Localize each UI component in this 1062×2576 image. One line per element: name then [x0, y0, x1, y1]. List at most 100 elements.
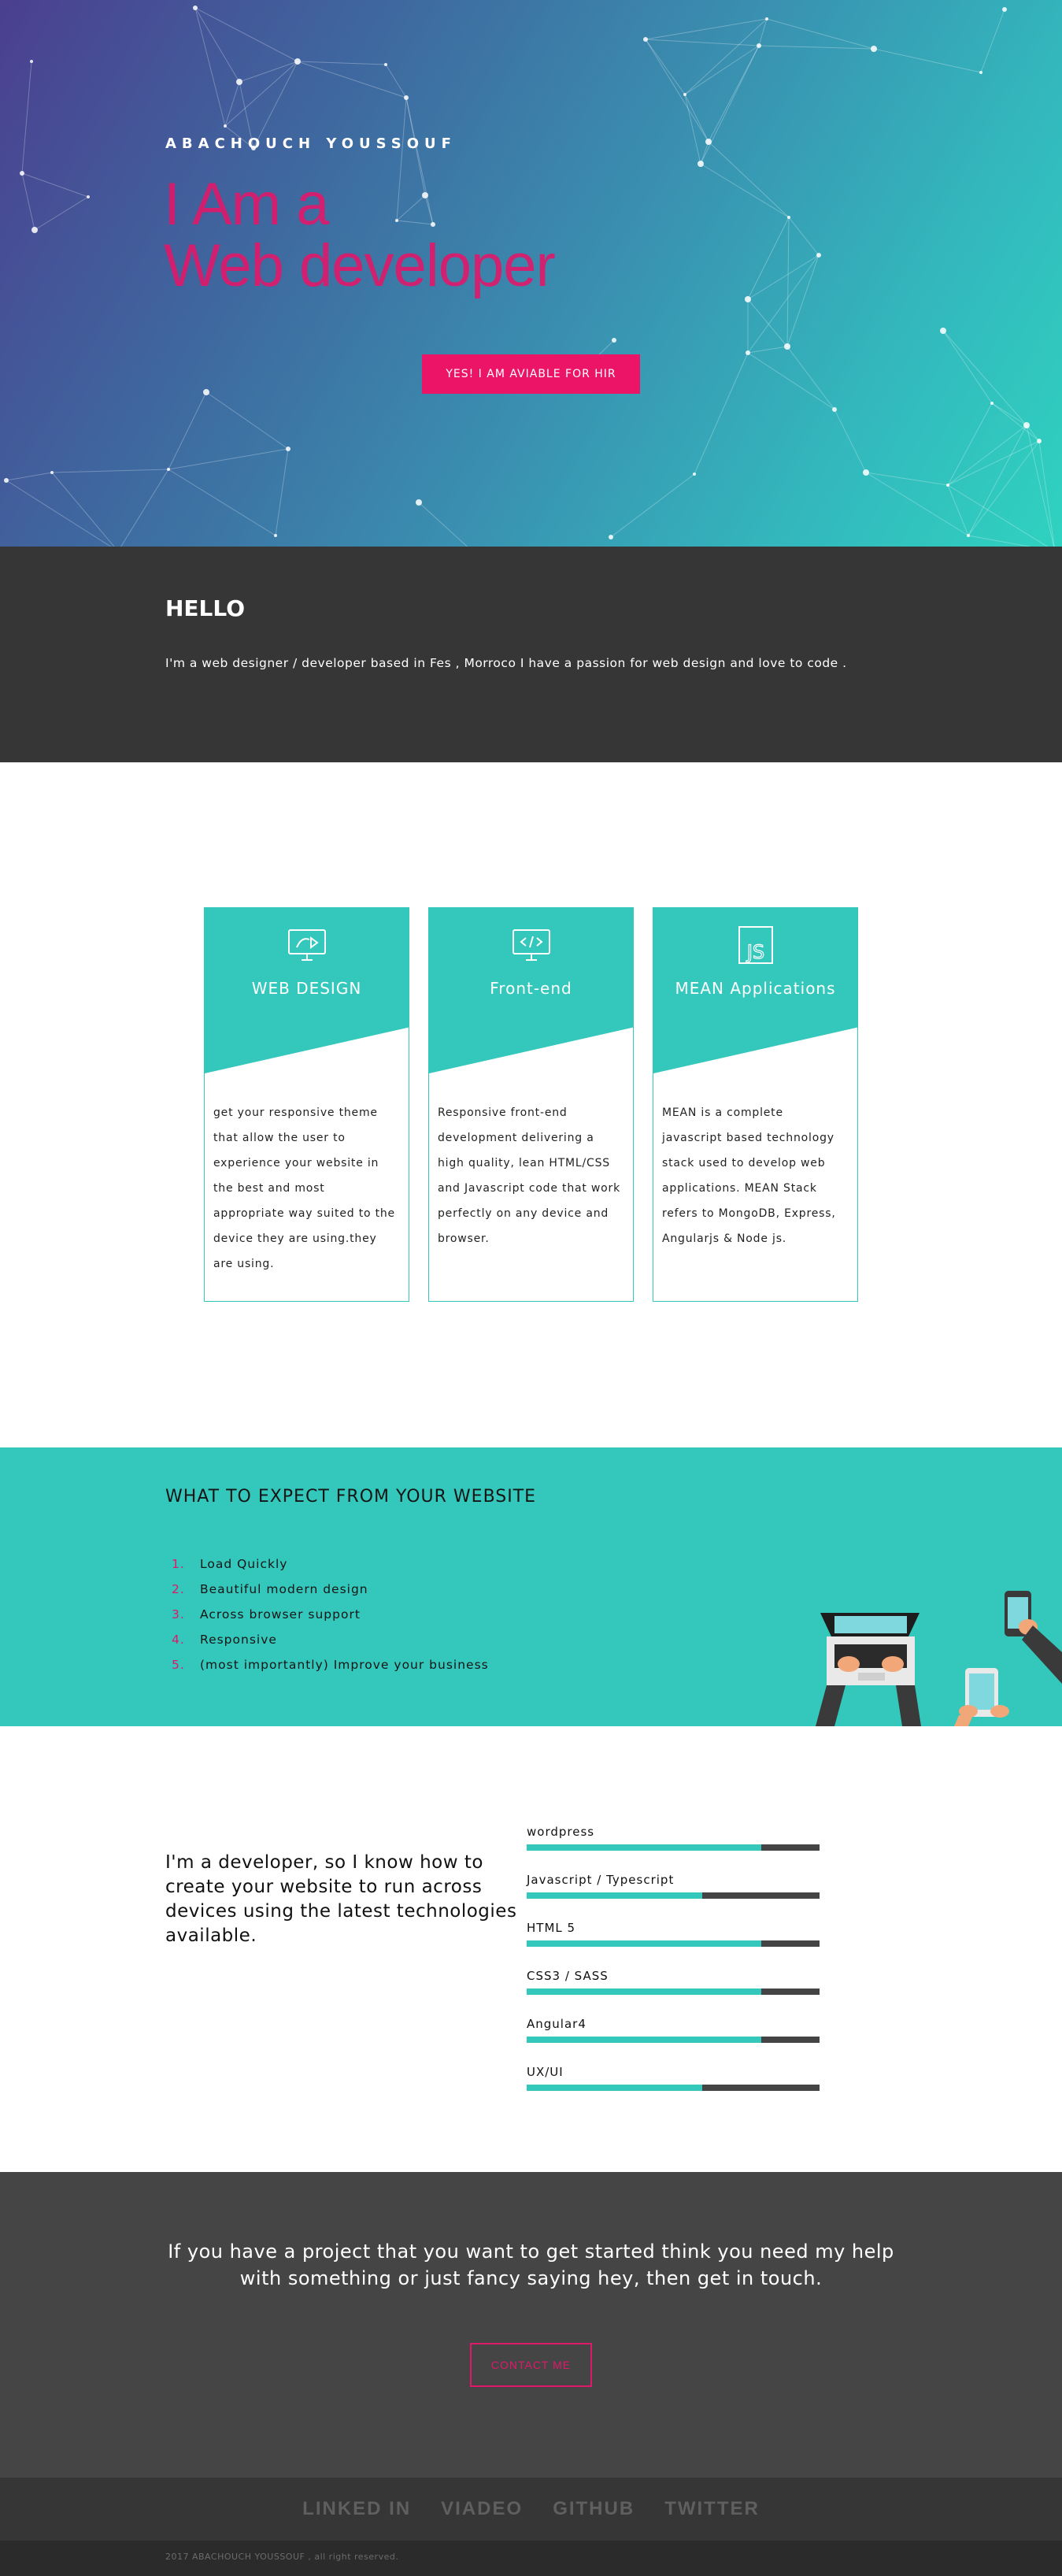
network-line [645, 18, 768, 40]
network-dot [395, 219, 398, 222]
card-title: Front-end [490, 979, 572, 998]
network-line [786, 346, 835, 410]
network-dot [50, 471, 54, 474]
network-line [694, 352, 749, 475]
skill-label: CSS3 / SASS [527, 1969, 609, 1983]
expect-section: WHAT TO EXPECT FROM YOUR WEBSITE 1. Load … [0, 1447, 1062, 1726]
skill-bar-fill [527, 1989, 761, 1995]
network-line [947, 484, 969, 536]
network-dot [416, 499, 422, 506]
network-dot [1002, 7, 1007, 12]
hero-section: ABACHOUCH YOUSSOUF I Am a Web developer … [0, 0, 1062, 547]
network-dot [30, 60, 33, 63]
copyright-text: 2017 ABACHOUCH YOUSSOUF , all right rese… [165, 2552, 399, 2562]
skill-wordpress: wordpress [527, 1824, 820, 1851]
network-line [205, 391, 289, 450]
service-card-front-end: Front-end Responsive front-end developme… [428, 907, 634, 1302]
network-line [168, 448, 289, 470]
skill-bar [527, 2037, 820, 2043]
network-dot [286, 447, 290, 451]
network-dot [832, 407, 837, 412]
network-dot [693, 473, 696, 476]
network-line [194, 7, 298, 62]
network-dot [236, 79, 242, 85]
available-for-hire-button[interactable]: YES! I AM AVIABLE FOR HIR [422, 354, 640, 394]
network-dot [643, 37, 648, 42]
network-line [396, 220, 434, 225]
network-line [424, 195, 434, 225]
network-dot [203, 389, 209, 395]
network-line [947, 402, 993, 486]
twitter-link[interactable]: TWITTER [664, 2498, 760, 2520]
skill-bar [527, 1989, 820, 1995]
network-line [224, 61, 298, 127]
network-line [21, 172, 35, 231]
network-line [968, 535, 1031, 547]
network-line [645, 39, 686, 95]
network-line [684, 18, 768, 95]
network-line [747, 346, 788, 354]
network-line [120, 469, 169, 547]
network-line [942, 330, 993, 404]
card-title: MEAN Applications [675, 979, 836, 998]
skill-bar [527, 1940, 820, 1947]
network-line [684, 94, 701, 165]
hero-headline-line1: I Am a [164, 171, 329, 238]
skill-label: UX/UI [527, 2065, 564, 2079]
linkedin-link[interactable]: LINKED IN [302, 2498, 411, 2520]
monitor-design-icon [288, 929, 326, 961]
skill-css3: CSS3 / SASS [527, 1968, 820, 1995]
contact-me-button[interactable]: CONTACT ME [470, 2343, 592, 2387]
network-dot [4, 478, 9, 483]
skill-javascript: Javascript / Typescript [527, 1872, 820, 1899]
network-line [6, 472, 53, 481]
network-line [991, 402, 1027, 426]
network-line [786, 217, 790, 347]
network-line [700, 141, 709, 165]
network-dot [87, 195, 90, 198]
network-dot [784, 343, 790, 350]
network-line [645, 39, 709, 143]
viadeo-link[interactable]: VIADEO [441, 2498, 523, 2520]
network-dot [787, 216, 790, 219]
skill-bar-fill [527, 1940, 761, 1947]
hero-headline-line2: Web developer [164, 232, 556, 299]
skill-label: Javascript / Typescript [527, 1873, 675, 1887]
network-line [747, 352, 835, 410]
github-link[interactable]: GITHUB [553, 2498, 635, 2520]
developer-intro: I'm a developer, so I know how to create… [165, 1852, 517, 1946]
network-dot [31, 227, 38, 233]
network-line [297, 61, 387, 65]
network-line [708, 141, 790, 218]
network-dot [746, 350, 750, 355]
network-dot [940, 328, 946, 334]
network-line [684, 94, 709, 143]
network-line [645, 39, 760, 46]
network-dot [422, 192, 428, 198]
network-line [700, 45, 760, 165]
network-line [766, 18, 875, 50]
network-dot [990, 402, 994, 405]
network-dot [167, 468, 170, 471]
network-line [21, 172, 89, 198]
network-line [610, 473, 695, 538]
contact-text: If you have a project that you want to g… [168, 2241, 894, 2289]
skill-bar [527, 1844, 820, 1851]
list-item: 1. Load Quickly [172, 1557, 288, 1571]
network-line [980, 9, 1005, 73]
network-dot [967, 534, 970, 537]
network-dot [294, 58, 301, 65]
network-dot [765, 17, 768, 20]
monitor-code-icon [512, 929, 550, 961]
hello-title: HELLO [165, 595, 246, 621]
skill-angular: Angular4 [527, 2016, 820, 2043]
network-dot [1037, 439, 1042, 443]
skill-bar-fill [527, 1844, 761, 1851]
network-line [275, 448, 289, 536]
network-line [21, 61, 32, 174]
network-line [788, 217, 820, 256]
network-line [1026, 424, 1055, 547]
network-dot [20, 171, 24, 176]
list-item: 2. Beautiful modern design [172, 1582, 368, 1596]
network-line [194, 7, 226, 127]
